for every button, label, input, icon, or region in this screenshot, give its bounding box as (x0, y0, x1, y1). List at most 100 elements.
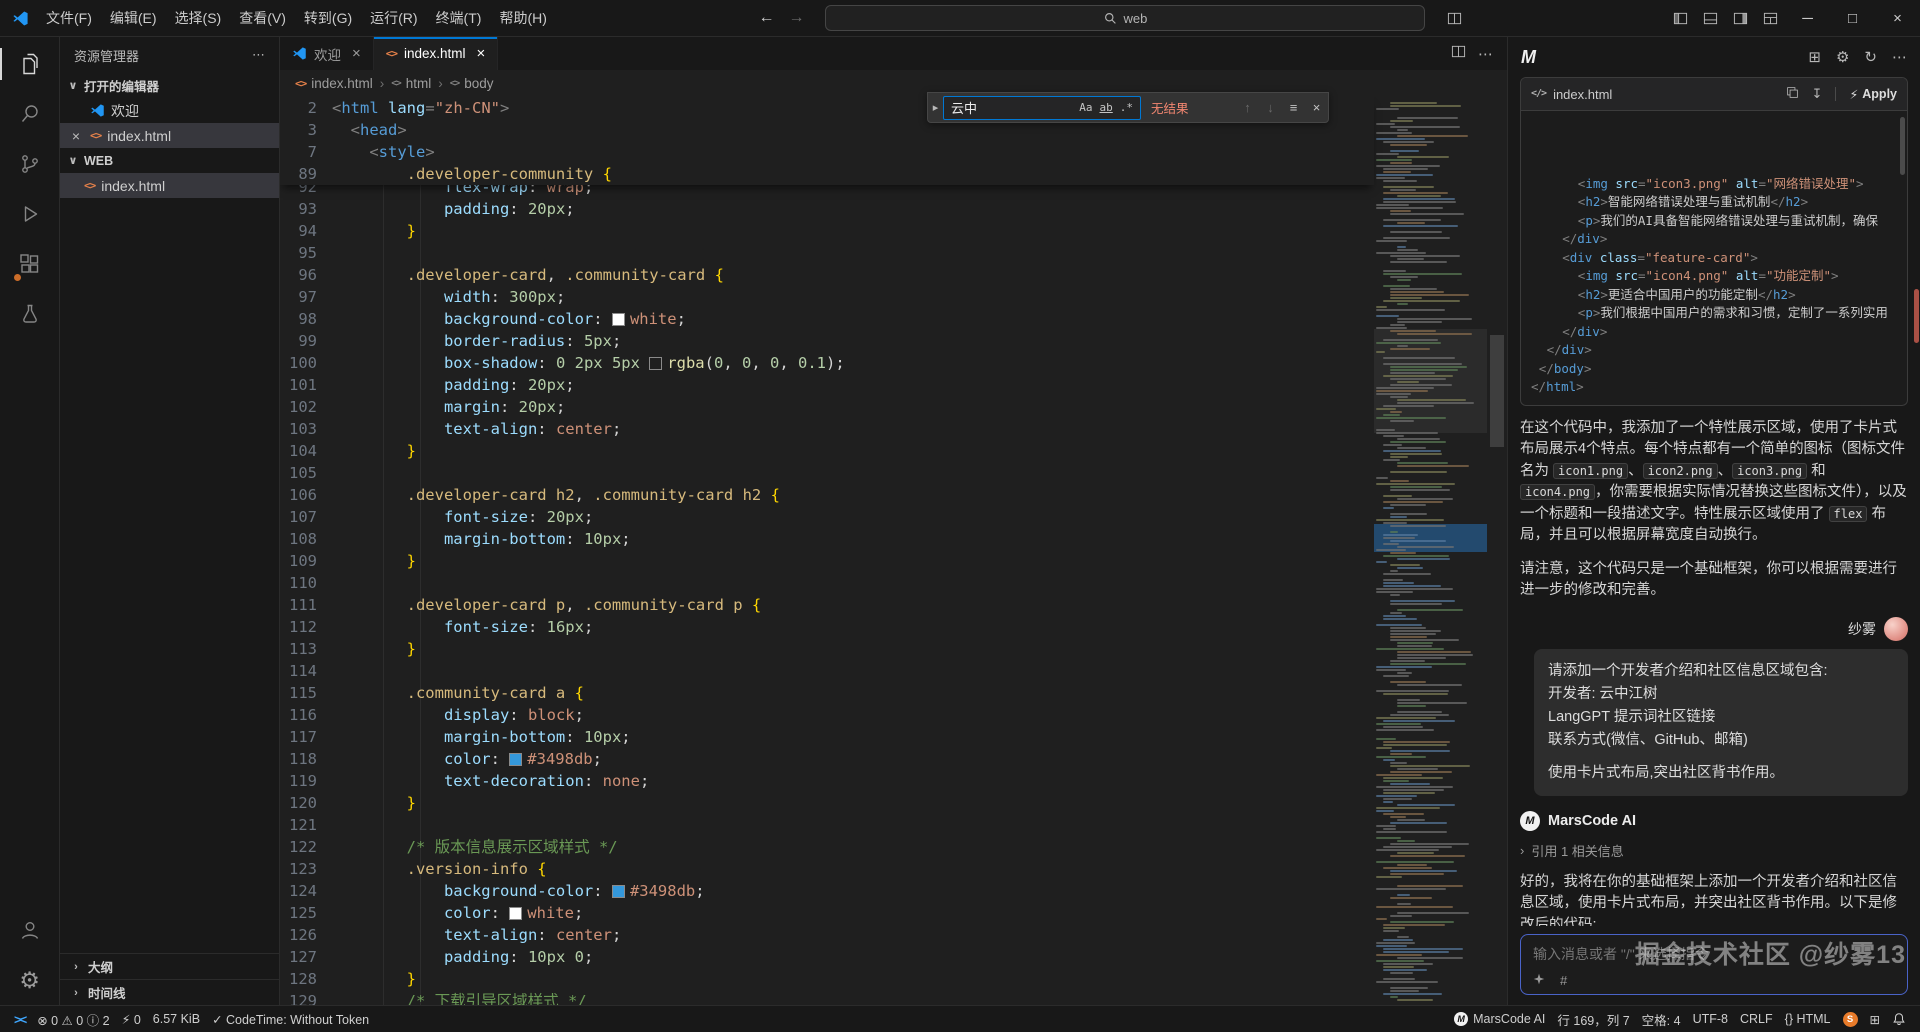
back-arrow-icon[interactable]: ← (751, 9, 781, 27)
sidebar-more-icon[interactable]: ⋯ (252, 47, 265, 63)
menu-item-7[interactable]: 帮助(H) (490, 0, 555, 36)
panel-header: M ⊞ ⚙ ↻ ⋯ (1508, 37, 1920, 77)
panel-scrollbar[interactable] (1914, 289, 1919, 343)
menu-item-2[interactable]: 选择(S) (166, 0, 231, 36)
explorer-icon[interactable] (0, 39, 60, 89)
testing-icon[interactable] (0, 289, 60, 339)
marscode-logo-icon: M (1454, 1012, 1468, 1026)
split-layout-icon[interactable] (1439, 3, 1469, 33)
codetime[interactable]: ✓ CodeTime: Without Token (206, 1006, 375, 1032)
copy-code-icon[interactable] (1786, 86, 1799, 102)
code-preview[interactable]: <img src="icon3.png" alt="网络错误处理"><h2>智能… (1521, 111, 1907, 405)
ports[interactable]: ⚡ 0 (116, 1006, 147, 1032)
breadcrumb-item-1[interactable]: <>html (391, 76, 431, 91)
source-control-icon[interactable] (0, 139, 60, 189)
regex-button[interactable]: .* (1117, 100, 1136, 115)
topic-icon[interactable]: # (1560, 973, 1567, 988)
menu-item-3[interactable]: 查看(V) (230, 0, 295, 36)
chat-input[interactable]: 输入消息或者 "/" 来选择指令 # (1520, 934, 1908, 995)
open-editors-header[interactable]: ∨ 打开的编辑器 (60, 73, 279, 98)
toggle-sidebar-icon[interactable] (1665, 3, 1695, 33)
menu-item-5[interactable]: 运行(R) (361, 0, 426, 36)
breadcrumb-item-0[interactable]: <>index.html (295, 76, 373, 91)
code-line: 115.community-card a { (280, 682, 1507, 704)
open-editor-index-html-label: index.html (107, 128, 171, 144)
insert-code-icon[interactable]: ↧ (1812, 86, 1823, 102)
file-index-html[interactable]: <>index.html (60, 173, 279, 198)
forward-arrow-icon[interactable]: → (781, 9, 811, 27)
split-editor-icon[interactable] (1451, 44, 1466, 63)
eol[interactable]: CRLF (1734, 1006, 1779, 1032)
line-number: 2 (280, 97, 332, 119)
close-find-icon[interactable]: × (1305, 100, 1328, 115)
indentation[interactable]: 空格: 4 (1636, 1006, 1687, 1032)
minimap[interactable] (1374, 97, 1487, 1005)
remote-indicator[interactable]: >< (8, 1006, 31, 1032)
find-next-icon[interactable]: ↓ (1259, 100, 1282, 115)
encoding[interactable]: UTF-8 (1687, 1006, 1734, 1032)
notifications[interactable] (1886, 1006, 1912, 1032)
find-previous-icon[interactable]: ↑ (1236, 100, 1259, 115)
close-button[interactable]: × (1875, 0, 1920, 36)
breadcrumb-item-2[interactable]: <>body (450, 76, 494, 91)
code-line: 127padding: 10px 0; (280, 946, 1507, 968)
code-card-filename: index.html (1553, 87, 1612, 102)
chat-scroll-area[interactable]: </> index.html ↧ ⚡Apply <im (1508, 77, 1920, 926)
file-size[interactable]: 6.57 KiB (147, 1006, 206, 1032)
bell-icon (1892, 1012, 1906, 1026)
tab-welcome[interactable]: 欢迎× (280, 37, 374, 70)
editor-more-icon[interactable]: ⋯ (1478, 45, 1493, 63)
folder-web-header[interactable]: ∨ WEB (60, 148, 279, 173)
sparkle-icon[interactable] (1533, 973, 1545, 988)
close-tab-icon[interactable]: × (352, 45, 361, 62)
timeline-section[interactable]: › 时间线 (60, 979, 279, 1005)
search-view-icon[interactable] (0, 89, 60, 139)
problems[interactable]: ⊗ 0 ⚠ 0 ⓘ 2 (31, 1006, 115, 1032)
new-chat-icon[interactable]: ⊞ (1808, 48, 1821, 66)
code-editor[interactable]: 92flex-wrap: wrap;93padding: 20px;94}959… (280, 97, 1507, 1005)
cursor-position[interactable]: 行 169，列 7 (1551, 1006, 1635, 1032)
extensions-icon[interactable] (0, 239, 60, 289)
code-scrollbar[interactable] (1900, 117, 1905, 175)
match-case-button[interactable]: Aa (1076, 100, 1095, 115)
tab-index-html[interactable]: <>index.html× (374, 37, 499, 70)
settings-gear-icon[interactable]: ⚙ (0, 955, 60, 1005)
toggle-secondary-sidebar-icon[interactable] (1725, 3, 1755, 33)
toggle-replace-icon[interactable]: ▸ (928, 93, 943, 122)
open-editor-index-html[interactable]: ×<>index.html (60, 123, 279, 148)
toggle-panel-icon[interactable] (1695, 3, 1725, 33)
run-debug-icon[interactable] (0, 189, 60, 239)
outline-section[interactable]: › 大纲 (60, 953, 279, 979)
code-line: <p>我们的AI具备智能网络错误处理与重试机制，确保 (1531, 212, 1897, 231)
line-number: 99 (280, 330, 332, 352)
panel-more-icon[interactable]: ⋯ (1892, 48, 1907, 66)
whole-word-button[interactable]: ab (1097, 100, 1116, 115)
extension-badge[interactable]: S (1837, 1006, 1864, 1032)
open-editor-welcome[interactable]: 欢迎 (60, 98, 279, 123)
find-input[interactable]: 云中 Aa ab .* (943, 96, 1141, 120)
layout-indicator[interactable]: ⊞ (1864, 1006, 1886, 1032)
line-number: 105 (280, 462, 332, 484)
menu-item-4[interactable]: 转到(G) (295, 0, 361, 36)
history-icon[interactable]: ↻ (1864, 48, 1877, 66)
find-in-selection-icon[interactable]: ≡ (1282, 100, 1305, 115)
menu-item-1[interactable]: 编辑(E) (101, 0, 166, 36)
s-extension-icon: S (1843, 1012, 1858, 1027)
reference-row[interactable]: › 引用 1 相关信息 (1520, 841, 1908, 860)
customize-layout-icon[interactable] (1755, 3, 1785, 33)
apply-button[interactable]: ⚡Apply (1849, 87, 1897, 102)
command-center-search[interactable]: web (825, 5, 1425, 31)
language-mode[interactable]: {} HTML (1779, 1006, 1837, 1032)
menu-item-0[interactable]: 文件(F) (37, 0, 101, 36)
marscode-panel: M ⊞ ⚙ ↻ ⋯ </> index.html (1508, 37, 1920, 1005)
menu-item-6[interactable]: 终端(T) (427, 0, 491, 36)
close-file-icon[interactable]: × (68, 128, 84, 144)
account-icon[interactable] (0, 905, 60, 955)
panel-settings-icon[interactable]: ⚙ (1836, 48, 1849, 66)
close-tab-icon[interactable]: × (477, 45, 486, 62)
minimize-button[interactable]: ─ (1785, 0, 1830, 36)
marscode-status[interactable]: MMarsCode AI (1448, 1006, 1551, 1032)
editor-scrollbar[interactable] (1487, 97, 1507, 1005)
code-line: 105 (280, 462, 1507, 484)
maximize-button[interactable]: □ (1830, 0, 1875, 36)
